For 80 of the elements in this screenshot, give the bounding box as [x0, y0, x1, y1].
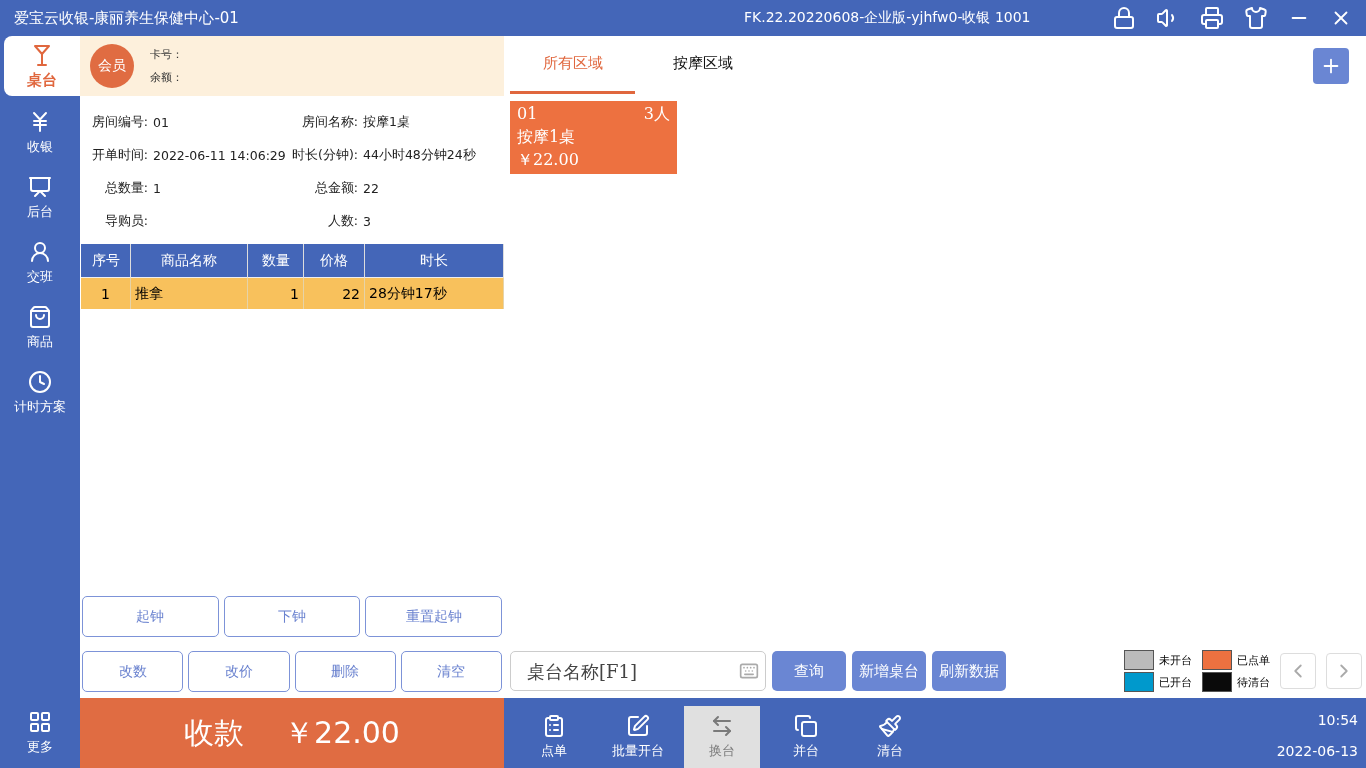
action-button[interactable]: 刷新数据	[932, 651, 1006, 691]
sidebar-item[interactable]: 桌台	[4, 36, 80, 96]
info-value: 1	[153, 181, 161, 196]
card-label: 卡号：	[150, 47, 183, 62]
legend-label: 已点单	[1237, 652, 1270, 668]
legend-label: 已开台	[1159, 674, 1192, 690]
toolbar-button[interactable]: 换台	[684, 706, 760, 768]
table-card[interactable]: 01 3人 按摩1桌 ￥22.00	[510, 101, 677, 174]
info-label: 导购员:	[103, 213, 148, 230]
info-label: 总数量:	[103, 180, 148, 197]
timer-button[interactable]: 下钟	[223, 596, 361, 637]
info-value: 3	[363, 214, 371, 229]
column-header: 序号	[81, 244, 131, 277]
toolbar-button[interactable]: 点单	[516, 706, 592, 768]
column-header: 商品名称	[131, 244, 248, 277]
copy-icon	[794, 714, 818, 738]
sidebar-item[interactable]: 计时方案	[0, 360, 80, 425]
clock-time: 10:54	[1317, 711, 1358, 728]
table-cell[interactable]: 推拿	[131, 277, 248, 309]
version-text: FK.22.20220608-企业版-yjhfw0-收银 1001	[743, 9, 1032, 27]
edit-button[interactable]: 清空	[400, 651, 502, 692]
timer-button[interactable]: 重置起钟	[365, 596, 502, 637]
info-value: 2022-06-11 14:06:29	[153, 148, 286, 163]
info-label: 房间名称:	[300, 114, 358, 131]
info-label: 时长(分钟):	[292, 147, 358, 164]
table-name: 按摩1桌	[517, 127, 577, 148]
info-label: 总金额:	[313, 180, 358, 197]
user-icon	[28, 239, 52, 264]
member-badge: 会员	[90, 44, 134, 88]
lock-icon[interactable]	[1112, 6, 1136, 30]
sidebar-item[interactable]: 收银	[0, 100, 80, 165]
brush-icon	[878, 714, 902, 738]
toolbar-button[interactable]: 并台	[768, 706, 844, 768]
action-button[interactable]: 查询	[772, 651, 846, 691]
sidebar-item[interactable]: 商品	[0, 295, 80, 360]
column-header: 数量	[248, 244, 304, 277]
edit-button[interactable]: 删除	[294, 651, 396, 692]
clock-icon	[28, 369, 52, 394]
balance-label: 余额：	[150, 70, 183, 85]
edit-icon	[626, 714, 650, 738]
sidebar-item[interactable]: 后台	[0, 165, 80, 230]
more-item[interactable]: 更多	[0, 698, 80, 768]
edit-button[interactable]: 改数	[82, 651, 184, 692]
column-header: 价格	[304, 244, 365, 277]
people-count: 3人	[643, 104, 670, 125]
info-value: 22	[363, 181, 379, 196]
action-button[interactable]: 新增桌台	[852, 651, 926, 691]
grid-icon	[28, 710, 52, 734]
info-value: 按摩1桌	[363, 114, 410, 131]
sidebar-item[interactable]: 交班	[0, 230, 80, 295]
window-title: 爱宝云收银-康丽养生保健中心-01	[14, 8, 240, 28]
table-cell[interactable]: 1	[81, 277, 131, 309]
bag-icon	[28, 304, 52, 329]
toolbar-button[interactable]: 批量开台	[600, 706, 676, 768]
clipboard-icon	[542, 714, 566, 738]
table-cell[interactable]: 1	[248, 277, 304, 309]
clock-date: 2022-06-13	[1276, 742, 1358, 759]
printer-icon[interactable]	[1200, 6, 1224, 30]
edit-button[interactable]: 改价	[188, 651, 290, 692]
info-label: 开单时间:	[90, 147, 148, 164]
swap-icon	[710, 714, 734, 738]
info-value: 44小时48分钟24秒	[363, 147, 476, 164]
info-label: 人数:	[326, 213, 358, 230]
area-tab[interactable]: 所有区域	[510, 36, 635, 94]
legend-label: 未开台	[1159, 652, 1192, 668]
timer-button[interactable]: 起钟	[82, 596, 219, 637]
info-value: 01	[153, 115, 169, 130]
add-button[interactable]	[1313, 48, 1349, 84]
table-cell[interactable]: 22	[304, 277, 365, 309]
search-box[interactable]: 桌台名称[F1]	[510, 651, 766, 691]
column-header: 时长	[365, 244, 504, 277]
table-number: 01	[517, 104, 538, 125]
shirt-icon[interactable]	[1244, 6, 1268, 30]
checkout-button[interactable]: 收款 ￥22.00	[80, 698, 504, 768]
toolbar-button[interactable]: 清台	[852, 706, 928, 768]
table-cell[interactable]: 28分钟17秒	[365, 277, 504, 309]
info-label: 房间编号:	[90, 114, 148, 131]
table-amount: ￥22.00	[517, 150, 580, 171]
area-tab[interactable]: 按摩区域	[640, 36, 765, 94]
legend-label: 待清台	[1237, 674, 1270, 690]
